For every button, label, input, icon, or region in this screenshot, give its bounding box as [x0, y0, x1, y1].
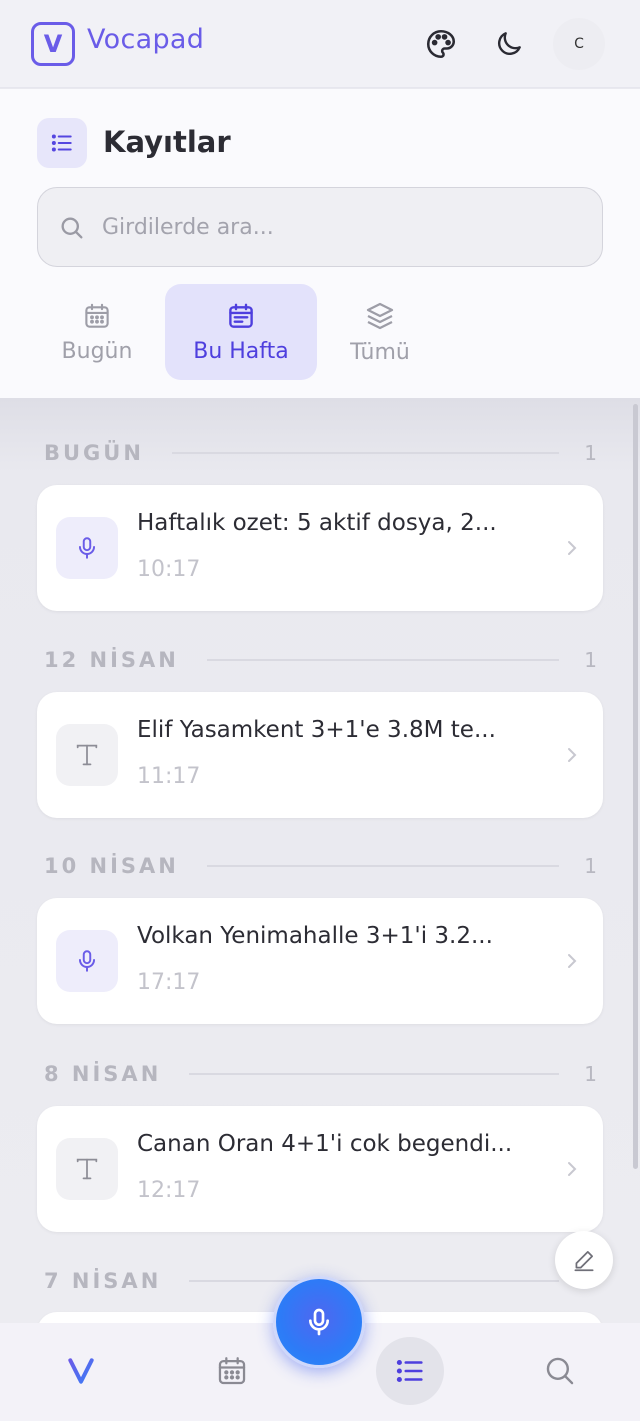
text-entry-badge — [56, 724, 118, 786]
section-count: 1 — [584, 1062, 597, 1086]
tab-this-week[interactable]: Bu Hafta — [165, 284, 317, 380]
text-type-icon — [76, 1158, 98, 1180]
entry-title: Haftalık ozet: 5 aktif dosya, 2... — [137, 510, 497, 536]
section-date: 8 NİSAN — [44, 1062, 162, 1086]
section-count: 1 — [584, 854, 597, 878]
nav-records[interactable] — [376, 1337, 444, 1405]
list-icon — [396, 1359, 423, 1383]
section-count: 1 — [584, 648, 597, 672]
nav-search[interactable] — [526, 1337, 594, 1405]
entry-title: Canan Oran 4+1'i cok begendi... — [137, 1131, 513, 1157]
tab-this-week-label: Bu Hafta — [193, 338, 289, 364]
section-date: 7 NİSAN — [44, 1269, 162, 1293]
chevron-right-icon — [568, 954, 577, 968]
section-header: 8 NİSAN 1 — [44, 1059, 597, 1089]
list-badge — [37, 118, 87, 168]
records-top-panel: Kayıtlar Bugün Bu Hafta Tümü — [0, 89, 640, 398]
text-type-icon — [76, 744, 98, 766]
microphone-icon — [309, 1308, 329, 1336]
section-date: BUGÜN — [44, 441, 144, 465]
tab-all[interactable]: Tümü — [330, 284, 430, 380]
moon-icon — [498, 32, 521, 55]
voice-entry-badge — [56, 517, 118, 579]
palette-icon — [426, 29, 456, 59]
section-divider — [171, 452, 559, 454]
tab-today[interactable]: Bugün — [44, 284, 150, 380]
entry-card[interactable]: Haftalık ozet: 5 aktif dosya, 2... 10:17 — [37, 485, 603, 611]
tab-all-label: Tümü — [350, 339, 410, 365]
entry-title: Elif Yasamkent 3+1'e 3.8M te... — [137, 717, 496, 743]
avatar-initial: C — [574, 36, 584, 52]
voice-entry-badge — [56, 930, 118, 992]
section-header: BUGÜN 1 — [44, 438, 597, 468]
dark-mode-button[interactable] — [489, 24, 529, 64]
entry-time: 12:17 — [137, 1178, 201, 1203]
calendar-week-icon — [229, 303, 253, 328]
section-divider — [206, 865, 559, 867]
search-input[interactable] — [102, 188, 582, 266]
app-header: V Vocapad C — [0, 0, 640, 88]
chevron-right-icon — [568, 1162, 577, 1176]
calendar-icon — [218, 1357, 246, 1385]
calendar-icon — [85, 303, 109, 328]
section-date: 10 NİSAN — [44, 854, 179, 878]
section-divider — [206, 659, 559, 661]
vocapad-logo-icon[interactable]: V — [31, 22, 75, 66]
microphone-icon — [78, 537, 96, 559]
scrollbar[interactable] — [633, 404, 638, 1169]
text-entry-badge — [56, 1138, 118, 1200]
search-box[interactable] — [37, 187, 603, 267]
nav-calendar[interactable] — [198, 1337, 266, 1405]
new-note-button[interactable] — [555, 1231, 613, 1289]
logo-letter: V — [43, 30, 63, 58]
avatar[interactable]: C — [553, 18, 605, 70]
entry-card[interactable]: Canan Oran 4+1'i cok begendi... 12:17 — [37, 1106, 603, 1232]
record-button[interactable] — [273, 1276, 365, 1368]
tab-today-label: Bugün — [61, 338, 133, 364]
section-header: 12 NİSAN 1 — [44, 645, 597, 675]
entry-card[interactable]: Volkan Yenimahalle 3+1'i 3.2... 17:17 — [37, 898, 603, 1024]
vocapad-logo-icon — [68, 1358, 94, 1384]
section-header: 10 NİSAN 1 — [44, 851, 597, 881]
section-divider — [189, 1280, 559, 1282]
chevron-right-icon — [568, 541, 577, 555]
entry-card[interactable]: Elif Yasamkent 3+1'e 3.8M te... 11:17 — [37, 692, 603, 818]
list-icon — [51, 134, 72, 152]
entry-time: 10:17 — [137, 557, 201, 582]
section-count: 1 — [584, 441, 597, 465]
palette-button[interactable] — [421, 24, 461, 64]
page-title: Kayıtlar — [103, 125, 231, 159]
search-icon — [546, 1357, 574, 1385]
section-date: 12 NİSAN — [44, 648, 179, 672]
microphone-icon — [78, 950, 96, 972]
nav-home[interactable] — [47, 1337, 115, 1405]
search-icon — [61, 217, 83, 239]
pencil-icon — [574, 1251, 594, 1272]
entry-title: Volkan Yenimahalle 3+1'i 3.2... — [137, 923, 493, 949]
app-name: Vocapad — [87, 24, 205, 55]
chevron-right-icon — [568, 748, 577, 762]
entry-time: 17:17 — [137, 970, 201, 995]
records-list[interactable]: BUGÜN 1 Haftalık ozet: 5 aktif dosya, 2.… — [0, 398, 640, 1323]
entry-time: 11:17 — [137, 764, 201, 789]
section-divider — [189, 1073, 559, 1075]
layers-icon — [366, 302, 394, 329]
